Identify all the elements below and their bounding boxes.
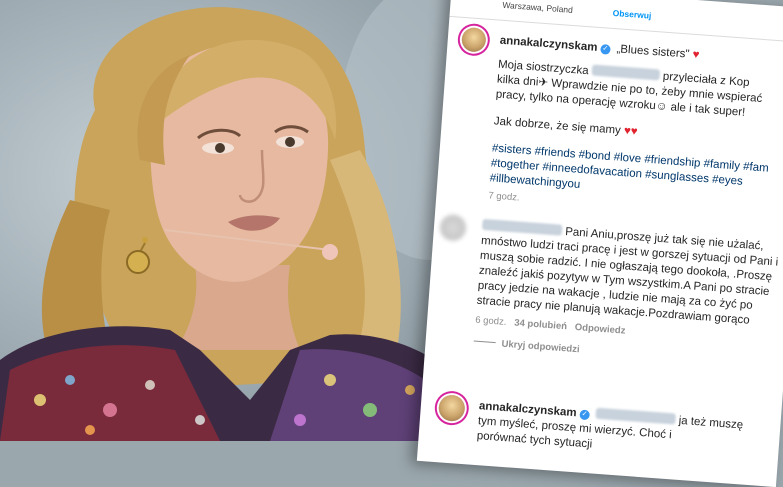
instagram-post-screenshot: Warszawa, Poland Obserwuj annakalczynskam… <box>416 0 783 487</box>
verified-icon: ✓ <box>599 44 611 55</box>
redacted-name <box>591 64 661 81</box>
reply: annakalczynskam ✓ ja też muszę tym myśleć… <box>476 400 744 451</box>
comment-text: Pani Aniu,proszę już tak się nie użalać,… <box>476 225 779 327</box>
redacted-username <box>481 218 563 236</box>
comment: Pani Aniu,proszę już tak się nie użalać,… <box>473 218 782 371</box>
commenter-avatar <box>439 213 467 242</box>
reply-author-avatar[interactable] <box>437 394 466 423</box>
author-avatar[interactable] <box>460 26 487 53</box>
comment-likes[interactable]: 34 polubień <box>514 317 567 332</box>
caption-title: „Blues sisters" <box>616 43 690 61</box>
smile-emoji-icon: ☺ <box>655 100 668 113</box>
plane-emoji-icon: ✈ <box>537 76 549 90</box>
redacted-mention <box>595 407 677 425</box>
verified-icon: ✓ <box>579 409 590 421</box>
caption-body: Moja siostrzyczka przyleciała z Kop kilk… <box>488 58 783 224</box>
post-location: Warszawa, Poland Obserwuj <box>502 0 652 21</box>
heart-icon: ♥ <box>692 48 700 62</box>
author-username[interactable]: annakalczynskam <box>499 35 597 54</box>
comment-time: 6 godz. <box>474 314 507 328</box>
reply-button[interactable]: Odpowiedz <box>574 322 625 337</box>
follow-button[interactable]: Obserwuj <box>612 8 651 21</box>
hearts-icon: ♥♥ <box>623 124 639 138</box>
